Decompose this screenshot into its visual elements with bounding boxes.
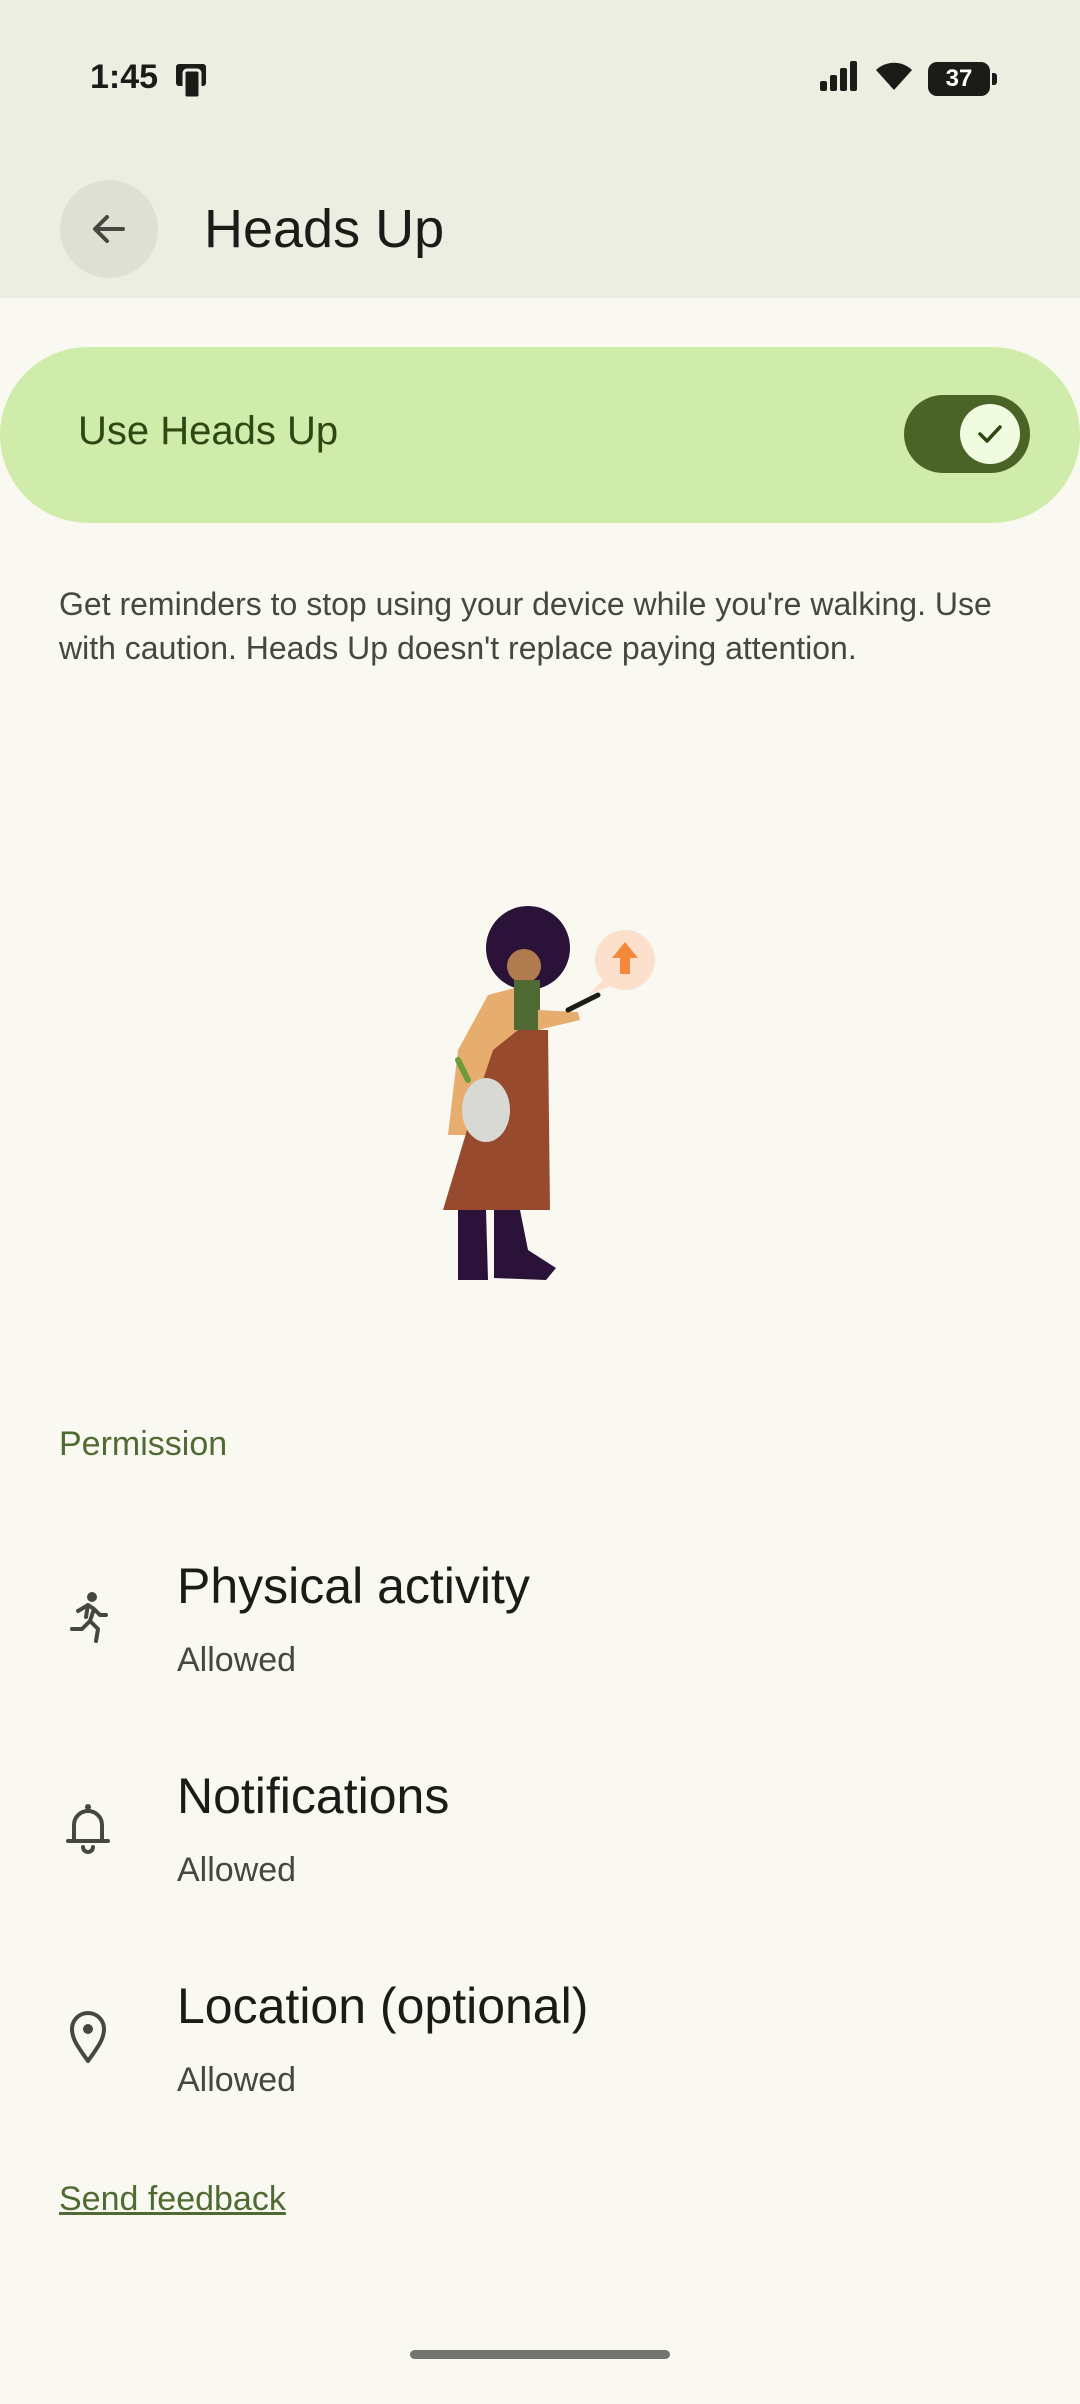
app-bar: Heads Up	[0, 160, 1080, 298]
permission-title: Location (optional)	[177, 1978, 589, 2034]
wifi-icon	[874, 60, 914, 97]
use-heads-up-switch[interactable]	[904, 395, 1030, 473]
permission-item-location[interactable]: Location (optional) Allowed	[0, 1965, 1080, 2155]
permission-status: Allowed	[177, 2061, 297, 2099]
permission-status: Allowed	[177, 1851, 297, 1889]
status-time: 1:45	[90, 58, 159, 96]
battery-level: 37	[945, 64, 973, 92]
walking-woman-illustration	[418, 900, 678, 1305]
page-title: Heads Up	[204, 199, 445, 259]
permission-title: Physical activity	[177, 1558, 530, 1614]
permission-item-notifications[interactable]: Notifications Allowed	[0, 1755, 1080, 1945]
location-pin-icon	[70, 2011, 106, 2063]
app-notification-icon	[174, 62, 212, 105]
permission-item-physical-activity[interactable]: Physical activity Allowed	[0, 1545, 1080, 1735]
description-text: Get reminders to stop using your device …	[59, 586, 992, 666]
permission-status: Allowed	[177, 1641, 297, 1679]
permission-title: Notifications	[177, 1768, 450, 1824]
use-heads-up-label: Use Heads Up	[78, 409, 339, 453]
send-feedback-link[interactable]: Send feedback	[59, 2180, 286, 2219]
status-bar: 1:45 37	[0, 0, 1080, 160]
use-heads-up-toggle-row[interactable]: Use Heads Up	[0, 347, 1080, 523]
running-person-icon	[70, 1592, 108, 1643]
check-icon	[978, 425, 1002, 443]
navigation-gesture-bar[interactable]	[410, 2350, 670, 2359]
bell-icon	[66, 1804, 110, 1854]
status-icons: 37	[820, 60, 997, 97]
battery-icon: 37	[928, 61, 997, 96]
back-arrow-icon	[93, 215, 125, 243]
switch-thumb	[960, 404, 1020, 464]
signal-icon	[820, 61, 860, 96]
back-button[interactable]	[60, 180, 158, 278]
permission-section-header: Permission	[59, 1425, 228, 1463]
